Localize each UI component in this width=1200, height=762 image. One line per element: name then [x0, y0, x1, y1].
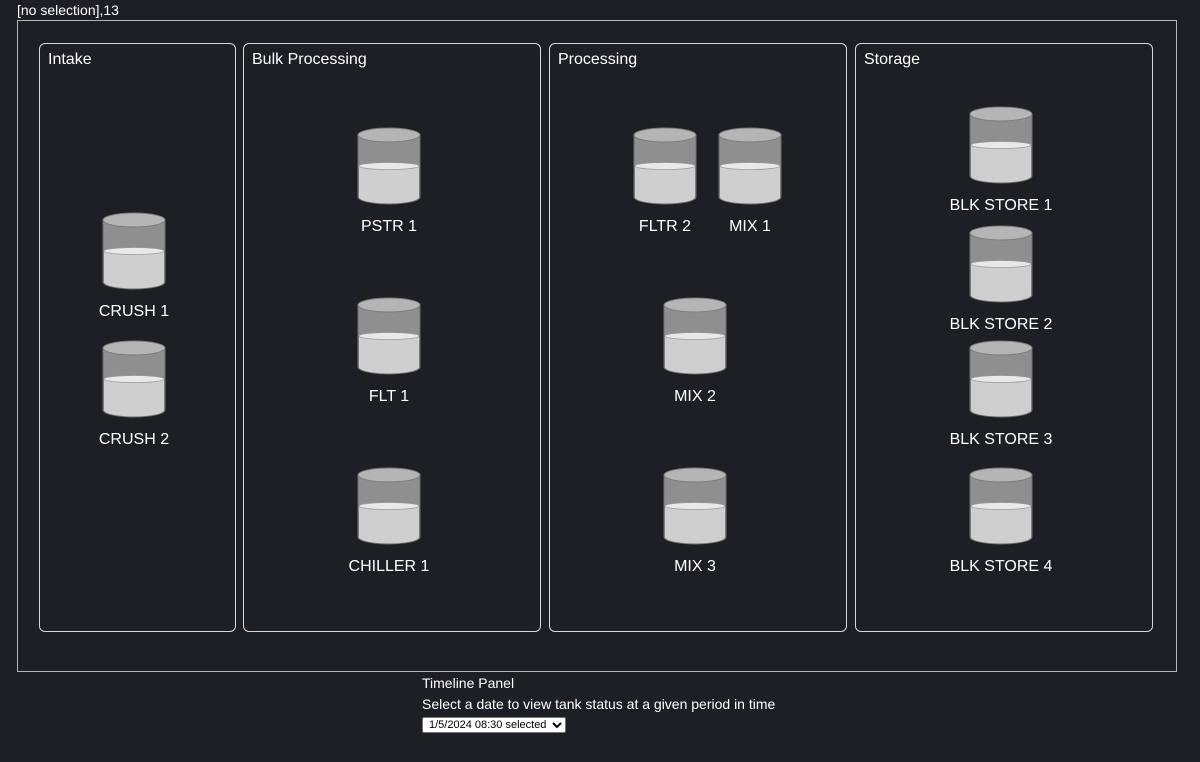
tank-icon [663, 467, 727, 545]
tank-blk-store-4[interactable]: BLK STORE 4 [941, 467, 1061, 597]
tank-pstr-1[interactable]: PSTR 1 [329, 127, 449, 257]
tank-label: CRUSH 1 [98, 303, 170, 320]
tank-icon [357, 297, 421, 375]
tank-label: BLK STORE 3 [949, 431, 1053, 448]
tank-mix-1[interactable]: MIX 1 [690, 127, 810, 257]
tank-label: PSTR 1 [360, 218, 417, 235]
tank-icon [969, 106, 1033, 184]
tank-label: MIX 2 [674, 388, 716, 405]
area-title: Intake [48, 51, 92, 68]
tank-icon [969, 467, 1033, 545]
tank-label: MIX 3 [674, 558, 716, 575]
tank-label: BLK STORE 1 [949, 197, 1053, 214]
tank-label: BLK STORE 4 [949, 558, 1053, 575]
tank-crush-2[interactable]: CRUSH 2 [74, 340, 194, 470]
tank-mix-3[interactable]: MIX 3 [635, 467, 755, 597]
tank-label: CRUSH 2 [98, 431, 170, 448]
tank-icon [357, 127, 421, 205]
tank-label: FLT 1 [368, 388, 410, 405]
tank-label: BLK STORE 2 [949, 316, 1053, 333]
plant-diagram: Intake Bulk Processing Processing Storag… [17, 20, 1177, 672]
tank-icon [718, 127, 782, 205]
tank-icon [102, 340, 166, 418]
tank-blk-store-2[interactable]: BLK STORE 2 [941, 225, 1061, 355]
tank-blk-store-3[interactable]: BLK STORE 3 [941, 340, 1061, 470]
tank-icon [969, 225, 1033, 303]
timeline-description: Select a date to view tank status at a g… [422, 696, 776, 712]
date-select[interactable]: 1/5/2024 08:30 selected [422, 717, 566, 733]
tank-mix-2[interactable]: MIX 2 [635, 297, 755, 427]
timeline-panel: Timeline Panel Select a date to view tan… [422, 675, 842, 733]
area-title: Bulk Processing [252, 51, 367, 68]
timeline-title: Timeline Panel [422, 675, 515, 691]
tank-flt-1[interactable]: FLT 1 [329, 297, 449, 427]
tank-chiller-1[interactable]: CHILLER 1 [329, 467, 449, 597]
tank-icon [357, 467, 421, 545]
tank-label: MIX 1 [729, 218, 771, 235]
area-title: Processing [558, 51, 638, 68]
tank-crush-1[interactable]: CRUSH 1 [74, 212, 194, 342]
tank-icon [663, 297, 727, 375]
area-title: Storage [864, 51, 921, 68]
tank-icon [102, 212, 166, 290]
tank-icon [969, 340, 1033, 418]
tank-label: CHILLER 1 [348, 558, 430, 575]
selection-status: [no selection],13 [17, 2, 119, 18]
tank-blk-store-1[interactable]: BLK STORE 1 [941, 106, 1061, 236]
tank-icon [633, 127, 697, 205]
